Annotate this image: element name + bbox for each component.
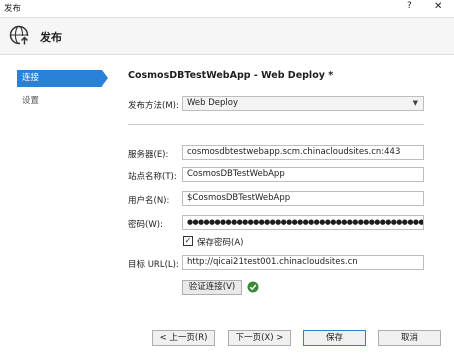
next-button[interactable]: 下一页(X) > xyxy=(228,330,291,346)
check-circle-icon xyxy=(247,281,259,293)
site-name-label: 站点名称(T): xyxy=(128,172,177,182)
server-label: 服务器(E): xyxy=(128,150,169,160)
publish-method-value: Web Deploy xyxy=(187,98,238,108)
profile-title: CosmosDBTestWebApp - Web Deploy * xyxy=(128,70,334,81)
header-title: 发布 xyxy=(40,31,62,44)
server-field[interactable]: cosmosdbtestwebapp.scm.chinacloudsites.c… xyxy=(182,145,424,160)
dialog-header: 发布 xyxy=(0,17,454,55)
destination-url-field[interactable]: http://qicai21test001.chinacloudsites.cn xyxy=(182,255,424,270)
username-field[interactable]: $CosmosDBTestWebApp xyxy=(182,191,424,206)
destination-url-label: 目标 URL(L): xyxy=(128,260,179,270)
validate-connection-button[interactable]: 验证连接(V) xyxy=(182,280,242,295)
sidebar-item-settings[interactable]: 设置 xyxy=(17,93,102,110)
publish-method-select[interactable]: Web Deploy ▼ xyxy=(182,96,424,111)
close-icon[interactable]: ✕ xyxy=(434,1,442,12)
cancel-button[interactable]: 取消 xyxy=(378,330,441,346)
globe-upload-icon xyxy=(9,25,29,45)
save-password-checkbox[interactable]: ✓ xyxy=(183,236,193,246)
window-title: 发布 xyxy=(4,4,22,14)
save-password-label[interactable]: 保存密码(A) xyxy=(197,236,243,248)
title-bar: 发布 ? ✕ xyxy=(0,0,454,17)
sidebar-item-connection[interactable]: 连接 xyxy=(17,70,108,87)
help-icon[interactable]: ? xyxy=(407,1,412,11)
divider xyxy=(128,124,424,125)
password-field[interactable]: ●●●●●●●●●●●●●●●●●●●●●●●●●●●●●●●●●●●●●●●●… xyxy=(182,215,424,230)
publish-method-label: 发布方法(M): xyxy=(128,101,179,111)
username-label: 用户名(N): xyxy=(128,196,170,206)
previous-button[interactable]: < 上一页(R) xyxy=(152,330,215,346)
chevron-down-icon: ▼ xyxy=(412,99,418,107)
save-button[interactable]: 保存 xyxy=(303,330,366,346)
password-label: 密码(W): xyxy=(128,220,163,230)
site-name-field[interactable]: CosmosDBTestWebApp xyxy=(182,167,424,182)
